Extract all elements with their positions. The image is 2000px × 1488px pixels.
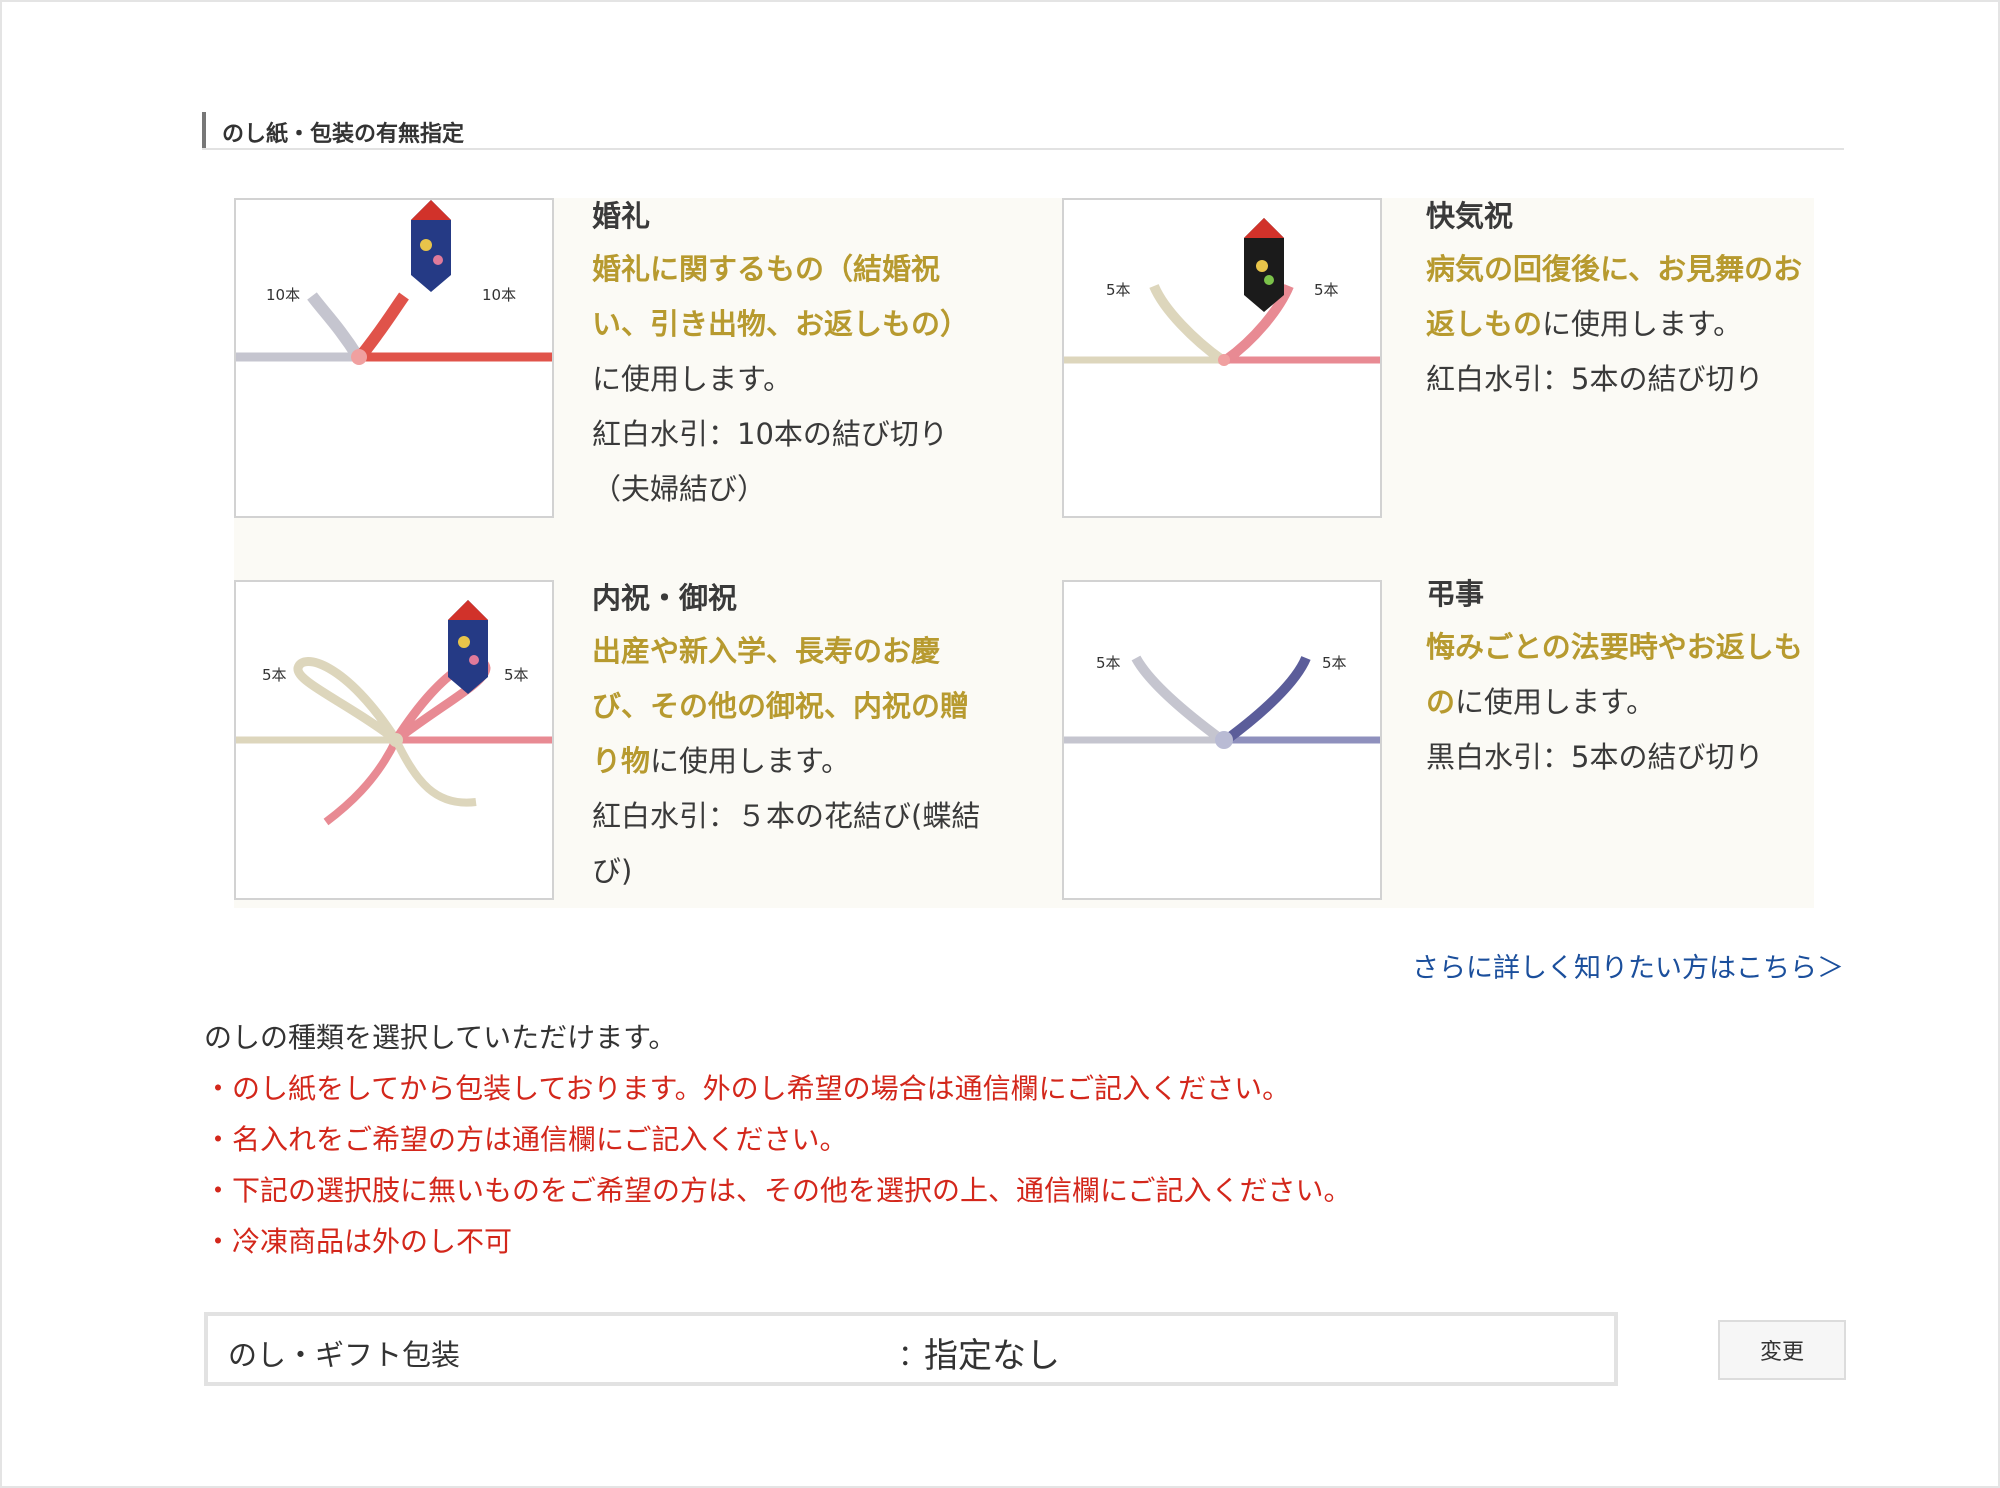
card-desc-highlight: 婚礼に関するもの（結婚祝い、引き出物、お返しもの） [592, 252, 970, 341]
condolence-card-text: 弔事 悔みごとの法要時やお返しものに使用します。 黒白水引：5本の結び切り [1426, 574, 1816, 785]
card-title: 内祝・御祝 [592, 581, 738, 615]
noshi-gift-wrap-selection[interactable]: のし・ギフト包装 ： 指定なし [204, 1312, 1618, 1386]
left-strand-count: 10本 [266, 286, 300, 304]
card-desc: に使用します。 [650, 744, 851, 778]
left-strand-count: 5本 [1106, 281, 1131, 299]
recovery-mizuhiki-image: 5本 5本 [1062, 198, 1382, 518]
section-header-bar [202, 112, 206, 148]
card-spec: 紅白水引：５本の花結び(蝶結び) [592, 799, 981, 888]
note-item: ・冷凍商品は外のし不可 [204, 1225, 513, 1258]
more-info-link[interactable]: さらに詳しく知りたい方はこちら＞ [1412, 946, 1844, 985]
selection-label: のし・ギフト包装 [228, 1338, 461, 1372]
celebration-mizuhiki-image: 5本 5本 [234, 580, 554, 900]
celebration-card-text: 内祝・御祝 出産や新入学、長寿のお慶び、その他の御祝、内祝の贈り物に使用します。… [592, 578, 982, 899]
change-button[interactable]: 変更 [1718, 1320, 1846, 1380]
note-item: ・名入れをご希望の方は通信欄にご記入ください。 [204, 1123, 848, 1156]
section-header: のし紙・包装の有無指定 [202, 110, 1844, 150]
selection-value: 指定なし [924, 1336, 1060, 1376]
card-desc: に使用します。 [592, 362, 793, 396]
card-title: 快気祝 [1426, 199, 1514, 233]
card-desc: に使用します。 [1542, 307, 1743, 341]
right-strand-count: 5本 [504, 666, 529, 684]
left-strand-count: 5本 [262, 666, 287, 684]
section-title: のし紙・包装の有無指定 [222, 122, 465, 147]
recovery-card-text: 快気祝 病気の回復後に、お見舞のお返しものに使用します。 紅白水引：5本の結び切… [1426, 196, 1816, 407]
condolence-mizuhiki-image: 5本 5本 [1062, 580, 1382, 900]
right-strand-count: 5本 [1322, 654, 1347, 672]
left-strand-count: 5本 [1096, 654, 1121, 672]
right-strand-count: 10本 [482, 286, 516, 304]
card-spec: 紅白水引：5本の結び切り [1426, 362, 1764, 396]
card-spec: 黒白水引：5本の結び切り [1426, 740, 1764, 774]
selection-colon: ： [898, 1338, 928, 1372]
card-title: 弔事 [1426, 577, 1485, 611]
noshi-notes: のしの種類を選択していただけます。 ・のし紙をしてから包装しております。外のし希… [204, 1012, 1351, 1267]
card-desc: に使用します。 [1455, 685, 1656, 719]
right-strand-count: 5本 [1314, 281, 1339, 299]
wedding-card-text: 婚礼 婚礼に関するもの（結婚祝い、引き出物、お返しもの） に使用します。 紅白水引… [592, 196, 982, 517]
wedding-mizuhiki-image: 10本 10本 [234, 198, 554, 518]
note-item: ・のし紙をしてから包装しております。外のし希望の場合は通信欄にご記入ください。 [204, 1072, 1291, 1105]
notes-lead: のしの種類を選択していただけます。 [204, 1021, 677, 1054]
card-spec: 紅白水引：10本の結び切り（夫婦結び） [592, 417, 948, 506]
note-item: ・下記の選択肢に無いものをご希望の方は、その他を選択の上、通信欄にご記入ください… [204, 1174, 1352, 1207]
card-title: 婚礼 [592, 199, 651, 233]
